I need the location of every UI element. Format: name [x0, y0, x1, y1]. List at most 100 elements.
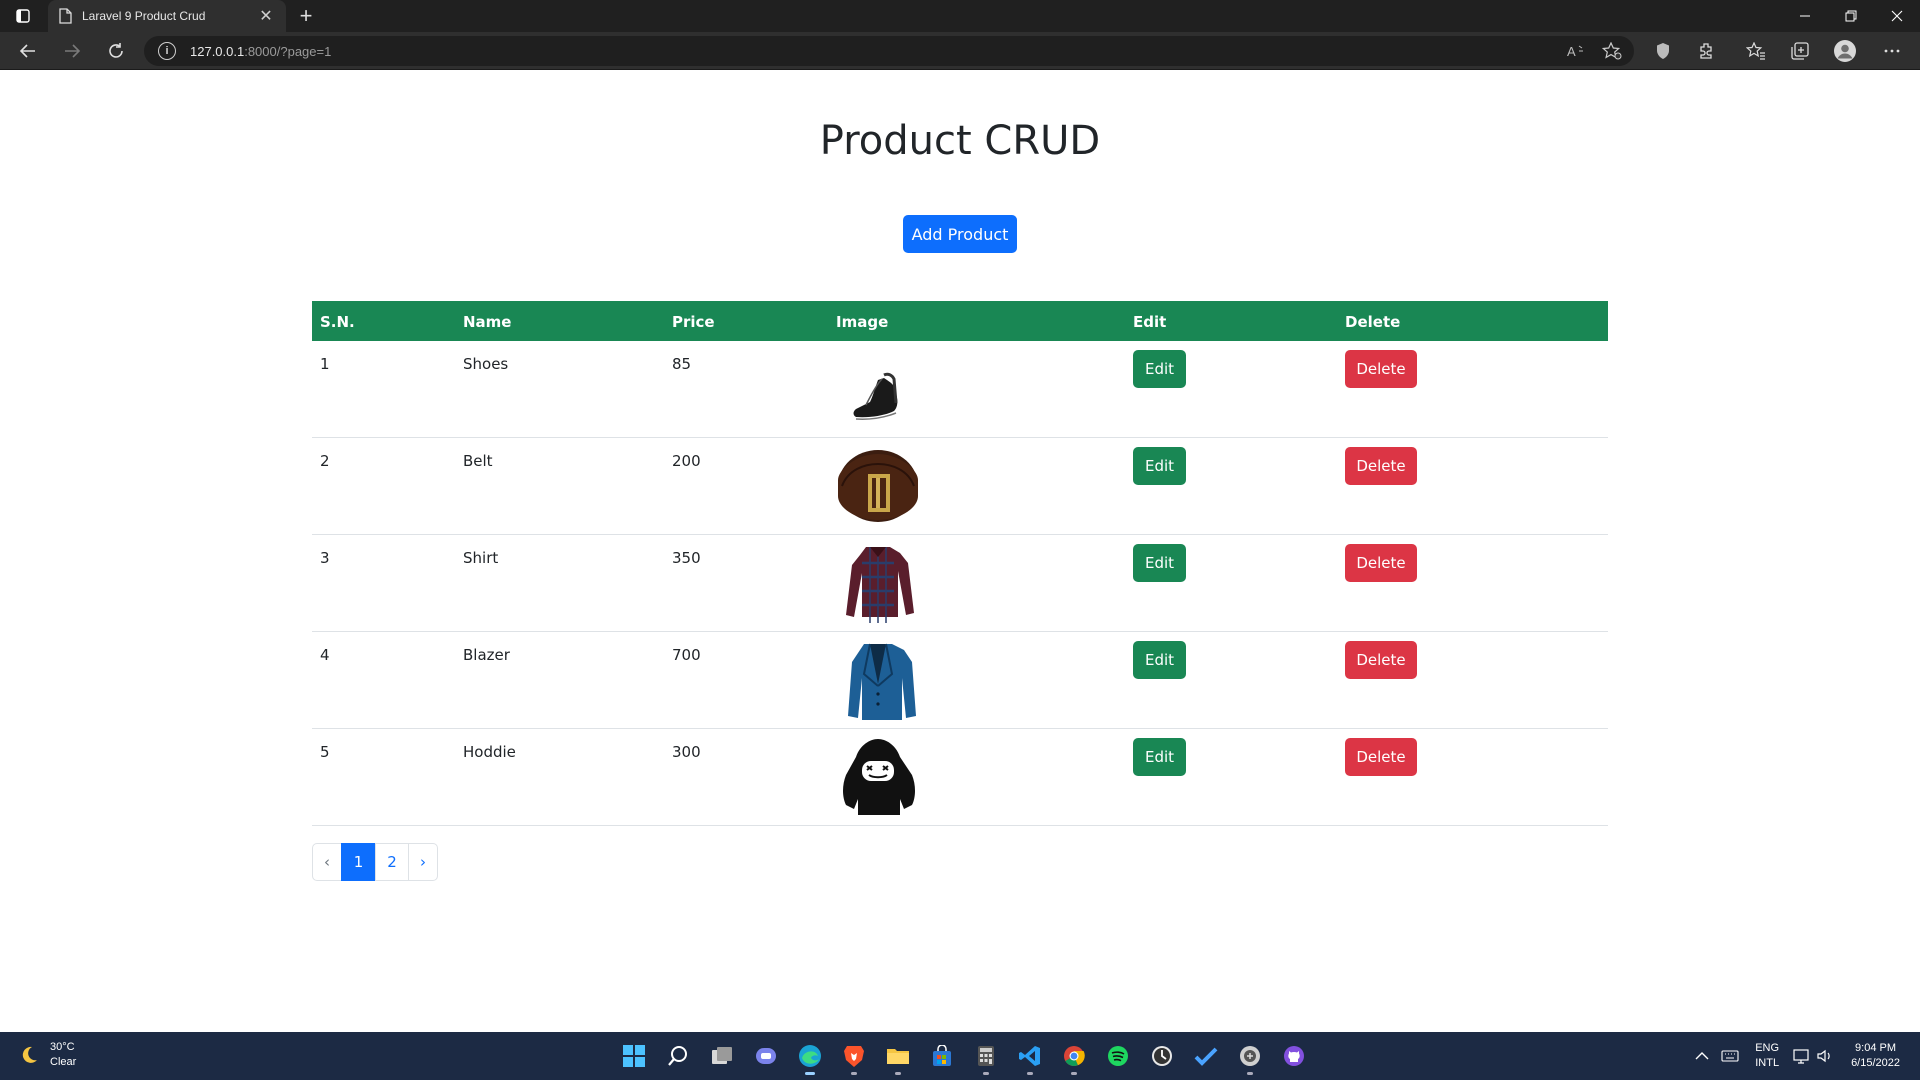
weather-widget[interactable]: 30°C Clear	[18, 1040, 76, 1070]
browser-titlebar: Laravel 9 Product Crud ✕ +	[0, 0, 1920, 32]
collections-icon[interactable]	[1788, 39, 1812, 63]
delete-button[interactable]: Delete	[1345, 738, 1417, 776]
github-desktop-icon[interactable]	[1272, 1036, 1316, 1076]
clock-date: 6/15/2022	[1851, 1057, 1900, 1069]
forward-icon[interactable]	[56, 36, 88, 66]
hoodie-image	[843, 739, 915, 815]
edit-button[interactable]: Edit	[1133, 641, 1186, 679]
brave-icon[interactable]	[832, 1036, 876, 1076]
shirt-image	[846, 547, 914, 623]
shoe-image	[853, 372, 898, 420]
delete-cell: Delete	[1345, 350, 1417, 388]
add-favorite-icon[interactable]	[1602, 42, 1622, 60]
more-menu-icon[interactable]	[1880, 39, 1904, 63]
clock[interactable]: 9:04 PM 6/15/2022	[1851, 1041, 1900, 1071]
clock-app-icon[interactable]	[1140, 1036, 1184, 1076]
edit-button[interactable]: Edit	[1133, 447, 1186, 485]
file-explorer-icon[interactable]	[876, 1036, 920, 1076]
vscode-icon[interactable]	[1008, 1036, 1052, 1076]
start-icon[interactable]	[612, 1036, 656, 1076]
taskbar-apps	[612, 1036, 1316, 1076]
delete-cell: Delete	[1345, 447, 1417, 485]
add-product-button[interactable]: Add Product	[903, 215, 1017, 253]
todo-icon[interactable]	[1184, 1036, 1228, 1076]
delete-button[interactable]: Delete	[1345, 544, 1417, 582]
header-delete: Delete	[1345, 313, 1401, 331]
chrome-icon[interactable]	[1052, 1036, 1096, 1076]
edit-button[interactable]: Edit	[1133, 350, 1186, 388]
weather-desc: Clear	[50, 1056, 77, 1068]
edit-button[interactable]: Edit	[1133, 738, 1186, 776]
pagination-prev[interactable]: ‹	[312, 843, 342, 881]
browser-tab[interactable]: Laravel 9 Product Crud ✕	[48, 0, 286, 32]
read-aloud-icon[interactable]: A	[1566, 42, 1586, 60]
url-path: :8000/?page=1	[244, 43, 332, 59]
delete-cell: Delete	[1345, 544, 1417, 582]
cell-price: 700	[672, 646, 701, 664]
pagination: ‹ 1 2 ›	[312, 843, 438, 881]
delete-button[interactable]: Delete	[1345, 447, 1417, 485]
refresh-icon[interactable]	[100, 36, 132, 66]
page-icon	[59, 8, 72, 24]
header-sn: S.N.	[320, 313, 355, 331]
volume-icon[interactable]	[1817, 1049, 1833, 1063]
shield-icon[interactable]	[1651, 39, 1675, 63]
header-image: Image	[836, 313, 889, 331]
cell-name: Shirt	[463, 549, 499, 567]
calculator-icon[interactable]	[964, 1036, 1008, 1076]
table-row: 5 Hoddie 300 Edit Delete	[312, 729, 1608, 826]
keyboard-icon[interactable]	[1721, 1050, 1739, 1062]
task-view-icon[interactable]	[700, 1036, 744, 1076]
address-bar[interactable]: i 127.0.0.1:8000/?page=1 A	[144, 36, 1634, 66]
language-indicator[interactable]: ENG INTL	[1755, 1041, 1779, 1071]
system-tray: ENG INTL 9:04 PM 6/15/2022	[1695, 1032, 1920, 1080]
url-host: 127.0.0.1	[190, 43, 245, 59]
network-icon[interactable]	[1793, 1048, 1811, 1064]
close-window-icon[interactable]	[1874, 0, 1920, 32]
table-row: 4 Blazer 700 Edit Delete	[312, 632, 1608, 729]
cell-price: 200	[672, 452, 701, 470]
site-info-icon[interactable]: i	[158, 42, 176, 60]
pagination-next[interactable]: ›	[408, 843, 438, 881]
header-edit: Edit	[1133, 313, 1167, 331]
delete-button[interactable]: Delete	[1345, 641, 1417, 679]
app-circle-icon[interactable]	[1228, 1036, 1272, 1076]
tab-close-icon[interactable]: ✕	[256, 6, 276, 26]
weather-text: 30°C Clear	[50, 1040, 76, 1070]
cell-price: 300	[672, 743, 701, 761]
table-row: 3 Shirt 350 Edit Delete	[312, 535, 1608, 632]
pagination-page-2[interactable]: 2	[375, 843, 409, 881]
chevron-up-icon[interactable]	[1695, 1051, 1709, 1061]
new-tab-button[interactable]: +	[292, 2, 320, 30]
moon-icon	[22, 1046, 37, 1063]
cell-price: 350	[672, 549, 701, 567]
edit-button[interactable]: Edit	[1133, 544, 1186, 582]
pagination-page-1[interactable]: 1	[341, 843, 376, 881]
teams-chat-icon[interactable]	[744, 1036, 788, 1076]
minimize-icon[interactable]	[1782, 0, 1828, 32]
clock-time: 9:04 PM	[1855, 1042, 1897, 1054]
cell-sn: 4	[320, 646, 330, 664]
url-text[interactable]: 127.0.0.1:8000/?page=1	[190, 44, 331, 59]
svg-text:A: A	[1567, 44, 1576, 59]
profile-avatar-icon[interactable]	[1833, 39, 1857, 63]
store-icon[interactable]	[920, 1036, 964, 1076]
tab-actions-icon[interactable]	[0, 0, 46, 32]
blazer-image	[848, 643, 916, 720]
browser-toolbar: i 127.0.0.1:8000/?page=1 A	[0, 32, 1920, 70]
back-icon[interactable]	[12, 36, 44, 66]
extensions-icon[interactable]	[1695, 39, 1719, 63]
cell-sn: 2	[320, 452, 330, 470]
search-icon[interactable]	[656, 1036, 700, 1076]
delete-button[interactable]: Delete	[1345, 350, 1417, 388]
restore-icon[interactable]	[1828, 0, 1874, 32]
favorites-icon[interactable]	[1744, 39, 1768, 63]
spotify-icon[interactable]	[1096, 1036, 1140, 1076]
table-row: 2 Belt 200 Edit Delete	[312, 438, 1608, 535]
edge-icon[interactable]	[788, 1036, 832, 1076]
edit-cell: Edit	[1133, 350, 1186, 388]
delete-cell: Delete	[1345, 738, 1417, 776]
cell-sn: 3	[320, 549, 330, 567]
lang-text: ENG	[1755, 1042, 1780, 1054]
cell-name: Belt	[463, 452, 493, 470]
